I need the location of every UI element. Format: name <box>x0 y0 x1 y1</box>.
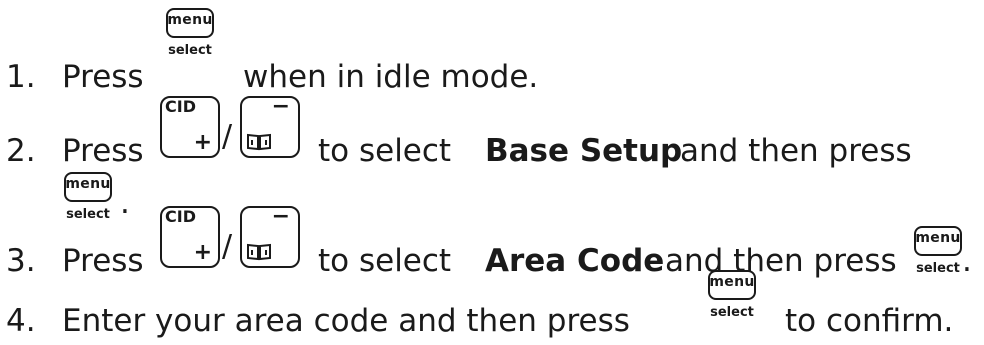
phonebook-icon <box>247 133 271 151</box>
cid-up-key-icon: CID + <box>160 96 220 158</box>
select-key-label: select <box>168 43 212 58</box>
nav-keys: CID + / − <box>160 96 310 162</box>
menu-key-label: menu <box>65 176 111 192</box>
step-text: Enter your area code and then press <box>62 303 630 339</box>
phonebook-icon <box>247 243 271 261</box>
step-text: Press <box>62 133 144 169</box>
menu-item-name: Area Code <box>485 243 665 279</box>
plus-symbol: + <box>193 240 212 265</box>
step-end-period: . <box>962 243 972 279</box>
minus-symbol: − <box>271 94 290 119</box>
menu-select-key-icon: menu select <box>700 270 770 326</box>
menu-key-label: menu <box>915 230 961 246</box>
step-number: 2. <box>6 133 36 169</box>
menu-key-label: menu <box>167 12 213 28</box>
phonebook-down-key-icon: − <box>240 96 300 158</box>
step-text: to select <box>318 243 452 279</box>
select-key-label: select <box>916 261 960 276</box>
plus-symbol: + <box>193 130 212 155</box>
step-text: Press <box>62 243 144 279</box>
menu-select-key-icon: menu select <box>158 8 228 64</box>
minus-symbol: − <box>271 204 290 229</box>
menu-key-label: menu <box>709 274 755 290</box>
step-number: 1. <box>6 59 36 95</box>
nav-keys: CID + / − <box>160 206 310 272</box>
step-text: Press <box>62 59 144 95</box>
step-number: 3. <box>6 243 36 279</box>
key-separator: / <box>222 119 233 154</box>
step-end-period: . <box>120 185 130 221</box>
phonebook-down-key-icon: − <box>240 206 300 268</box>
select-key-label: select <box>66 207 110 222</box>
step-number: 4. <box>6 303 36 339</box>
cid-up-key-icon: CID + <box>160 206 220 268</box>
step-text: to confirm. <box>785 303 954 339</box>
cid-label: CID <box>165 207 196 226</box>
step-text: when in idle mode. <box>243 59 539 95</box>
step-text: to select <box>318 133 452 169</box>
select-key-label: select <box>710 305 754 320</box>
cid-label: CID <box>165 97 196 116</box>
key-separator: / <box>222 229 233 264</box>
menu-select-key-icon: menu select <box>56 172 126 228</box>
menu-item-name: Base Setup <box>485 133 683 169</box>
step-text: and then press <box>680 133 912 169</box>
